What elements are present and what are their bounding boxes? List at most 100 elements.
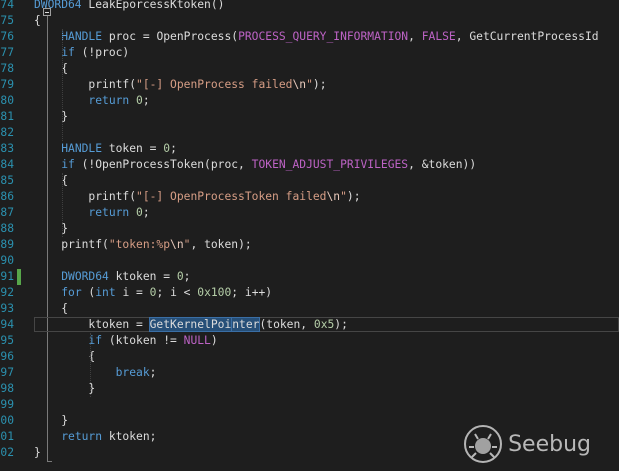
code-token: LeakEporcessKtoken() — [81, 0, 225, 11]
code-token: , token); — [190, 238, 252, 251]
selected-token: GetKernelPoi — [148, 317, 233, 332]
code-token: ktoken = — [34, 318, 150, 331]
code-text[interactable]: { — [34, 301, 68, 317]
line-number: 88 — [0, 222, 14, 235]
code-text[interactable]: printf("[-] OpenProcess failed\n"); — [34, 77, 327, 93]
code-token: if — [61, 46, 75, 59]
code-text[interactable]: return ktoken; — [34, 429, 156, 445]
watermark-text: Seebug — [508, 431, 591, 457]
line-number: 92 — [0, 286, 14, 299]
code-text[interactable]: if (!OpenProcessToken(proc, TOKEN_ADJUST… — [34, 157, 476, 173]
code-token: proc = OpenProcess( — [102, 30, 239, 43]
code-line[interactable]: 84 if (!OpenProcessToken(proc, TOKEN_ADJ… — [0, 157, 619, 173]
line-number: 00 — [0, 414, 14, 427]
code-text[interactable]: DWORD64 LeakEporcessKtoken() — [34, 0, 224, 13]
code-line[interactable]: 81 } — [0, 109, 619, 125]
code-line[interactable]: 77 if (!proc) — [0, 45, 619, 61]
code-line[interactable]: 83 HANDLE token = 0; — [0, 141, 619, 157]
code-line[interactable]: 80 return 0; — [0, 93, 619, 109]
code-token: (!OpenProcessToken(proc, — [74, 158, 252, 171]
indent-guide — [90, 333, 91, 397]
line-number: 76 — [0, 30, 14, 43]
code-token: HANDLE — [61, 142, 103, 155]
code-token: "token:%p — [108, 238, 171, 251]
code-line[interactable]: 96 { — [0, 349, 619, 365]
code-text[interactable]: } — [34, 381, 95, 397]
code-text[interactable]: break; — [34, 365, 157, 381]
selected-token: nter — [231, 317, 261, 332]
code-line[interactable]: 79 printf("[-] OpenProcess failed\n"); — [0, 77, 619, 93]
code-token: return — [88, 94, 130, 107]
code-line[interactable]: 82 — [0, 125, 619, 141]
code-text[interactable]: { — [34, 13, 41, 29]
code-text[interactable]: if (ktoken != NULL) — [34, 333, 218, 349]
code-line[interactable]: 76 HANDLE proc = OpenProcess(PROCESS_QUE… — [0, 29, 619, 45]
code-token: token = — [102, 142, 164, 155]
code-token: (!proc) — [74, 46, 130, 59]
code-token: ( — [81, 286, 96, 299]
code-line[interactable]: 78 { — [0, 61, 619, 77]
code-token: for — [61, 286, 82, 299]
code-text[interactable]: HANDLE proc = OpenProcess(PROCESS_QUERY_… — [34, 29, 599, 45]
code-text[interactable]: } — [34, 413, 68, 429]
code-editor[interactable]: 74 DWORD64 LeakEporcessKtoken() 75 {76 HAND… — [0, 0, 619, 471]
code-text[interactable]: { — [34, 349, 95, 365]
code-text[interactable]: } — [34, 445, 41, 461]
code-line[interactable]: 89 printf("token:%p\n", token); — [0, 237, 619, 253]
code-line[interactable]: 88 } — [0, 221, 619, 237]
code-text[interactable]: DWORD64 ktoken = 0; — [34, 269, 190, 285]
code-text[interactable]: printf("[-] OpenProcessToken failed\n"); — [34, 189, 360, 205]
code-token: \n — [326, 190, 341, 203]
code-token: ; i < — [156, 286, 198, 299]
code-text[interactable]: if (!proc) — [34, 45, 129, 61]
line-number: 95 — [0, 334, 14, 347]
code-line[interactable]: 75 { — [0, 13, 619, 29]
code-line[interactable]: 94 ktoken = GetKernelPointer(token, 0x5)… — [0, 317, 619, 333]
line-number: 99 — [0, 398, 14, 411]
code-line[interactable]: 74 DWORD64 LeakEporcessKtoken() — [0, 0, 619, 13]
code-token: ; — [142, 94, 150, 107]
code-text[interactable]: return 0; — [34, 93, 150, 109]
code-line[interactable]: 99 — [0, 397, 619, 413]
code-token: (ktoken != — [102, 334, 184, 347]
code-token: ) — [210, 334, 218, 347]
code-token: ); — [312, 78, 327, 91]
code-text[interactable]: printf("token:%p\n", token); — [34, 237, 252, 253]
code-token: } — [34, 382, 96, 395]
line-number: 80 — [0, 94, 14, 107]
code-line[interactable]: 92 for (int i = 0; i < 0x100; i++) — [0, 285, 619, 301]
line-number: 90 — [0, 254, 14, 267]
code-token: , GetCurrentProcessId — [455, 30, 599, 43]
code-token: int — [95, 286, 116, 299]
line-number: 87 — [0, 206, 14, 219]
code-line[interactable]: 93 { — [0, 301, 619, 317]
code-token: FALSE — [421, 30, 456, 43]
code-text[interactable]: ktoken = GetKernelPointer(token, 0x5); — [34, 317, 348, 333]
code-text[interactable]: HANDLE token = 0; — [34, 141, 177, 157]
code-token: { — [34, 350, 96, 363]
code-line[interactable]: 95 if (ktoken != NULL) — [0, 333, 619, 349]
code-token: ; — [149, 366, 157, 379]
code-line[interactable]: 91 DWORD64 ktoken = 0; — [0, 269, 619, 285]
code-line[interactable]: 90 — [0, 253, 619, 269]
code-line[interactable]: 85 { — [0, 173, 619, 189]
code-token: "[-] OpenProcessToken failed — [136, 190, 327, 203]
code-token: (token, — [259, 318, 314, 331]
code-line[interactable]: 98 } — [0, 381, 619, 397]
line-number: 83 — [0, 142, 14, 155]
code-token: return — [61, 430, 103, 443]
code-text[interactable]: for (int i = 0; i < 0x100; i++) — [34, 285, 272, 301]
seebug-watermark: Seebug — [464, 424, 591, 464]
code-token: \n — [170, 238, 184, 251]
code-line[interactable]: 97 break; — [0, 365, 619, 381]
code-token: printf( — [34, 238, 109, 251]
code-line[interactable]: 86 printf("[-] OpenProcessToken failed\n… — [0, 189, 619, 205]
code-text[interactable]: return 0; — [34, 205, 149, 221]
code-line[interactable]: 87 return 0; — [0, 205, 619, 221]
code-token: " — [306, 78, 313, 91]
